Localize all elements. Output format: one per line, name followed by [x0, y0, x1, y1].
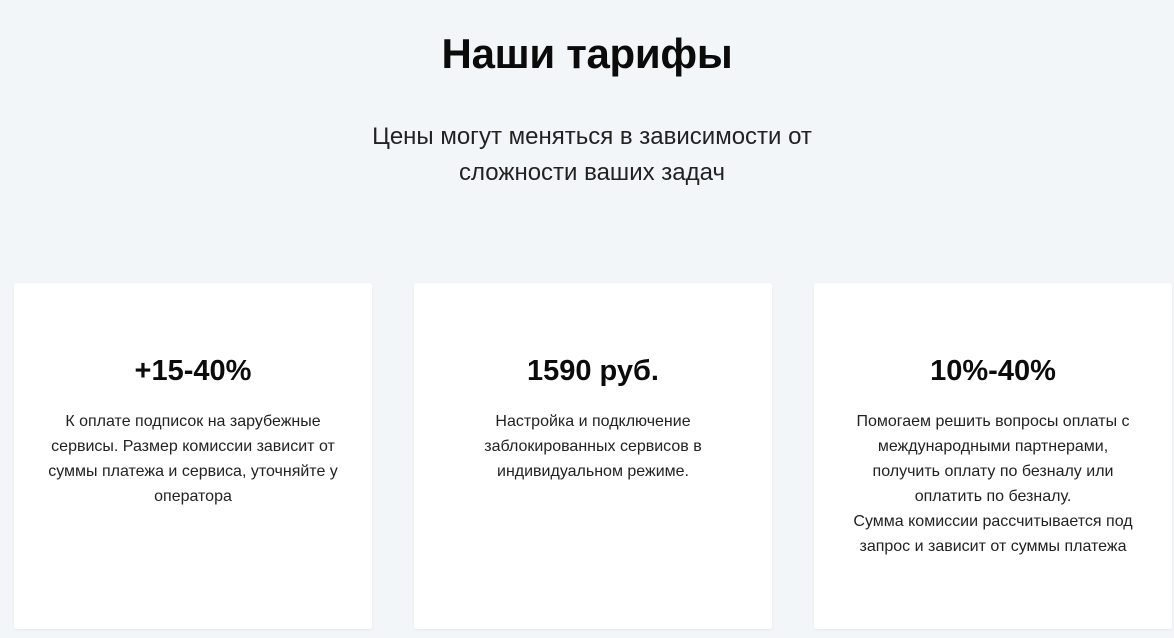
tariffs-section: Наши тарифы Цены могут меняться в зависи…: [0, 0, 1174, 638]
tariff-description: Помогаем решить вопросы оплаты с междуна…: [853, 413, 1133, 555]
tariff-description: Настройка и подключение заблокированных …: [484, 413, 702, 480]
tariff-price: 10%-40%: [930, 355, 1056, 387]
tariff-description: К оплате подписок на зарубежные сервисы.…: [48, 413, 338, 505]
tariff-price: 1590 руб.: [526, 355, 659, 387]
tariff-card-service-setup: 1590 руб. Настройка и подключение заблок…: [414, 283, 772, 629]
section-subtitle: Цены могут меняться в зависимости от сло…: [372, 123, 812, 186]
tariff-card-international-payments: 10%-40% Помогаем решить вопросы оплаты с…: [814, 283, 1172, 629]
section-title: Наши тарифы: [441, 30, 733, 77]
tariff-card-foreign-subscriptions: +15-40% К оплате подписок на зарубежные …: [14, 283, 372, 629]
tariff-price: +15-40%: [134, 355, 252, 387]
